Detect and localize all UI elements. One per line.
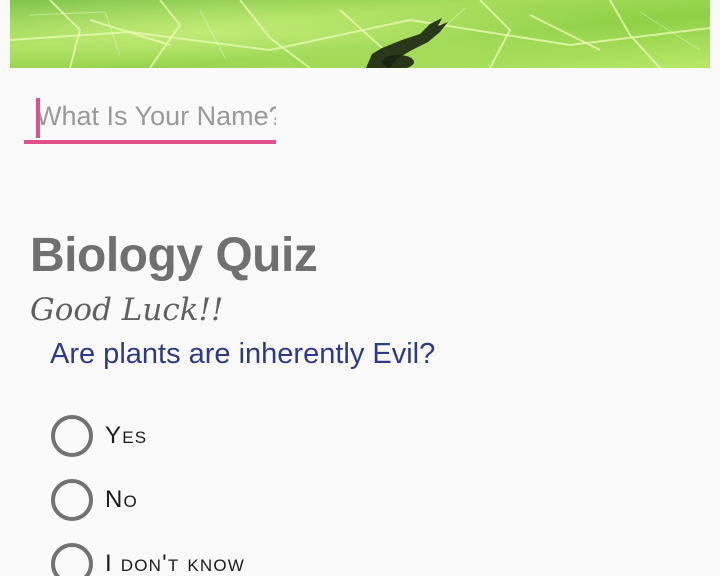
quiz-screen: Biology Quiz Good Luck!! Are plants are …	[0, 0, 720, 576]
option-label: I don't know	[105, 550, 246, 576]
name-field	[24, 92, 276, 148]
text-cursor	[36, 98, 40, 138]
option-yes[interactable]: Yes	[50, 404, 690, 468]
option-label: Yes	[105, 422, 148, 449]
option-dont-know[interactable]: I don't know	[50, 532, 690, 576]
leaf-image-graphic	[10, 0, 710, 68]
option-no[interactable]: No	[50, 468, 690, 532]
quiz-title: Biology Quiz	[30, 229, 318, 282]
leaf-banner-image	[10, 0, 710, 68]
quiz-subtitle: Good Luck!!	[30, 292, 224, 328]
radio-button-icon[interactable]	[51, 479, 93, 521]
radio-button-icon[interactable]	[51, 543, 93, 576]
answer-radio-group: Yes No I don't know	[50, 404, 690, 576]
radio-button-icon[interactable]	[51, 415, 93, 457]
name-input[interactable]	[24, 92, 276, 144]
option-label: No	[105, 486, 138, 513]
question-text: Are plants are inherently Evil?	[50, 338, 436, 370]
